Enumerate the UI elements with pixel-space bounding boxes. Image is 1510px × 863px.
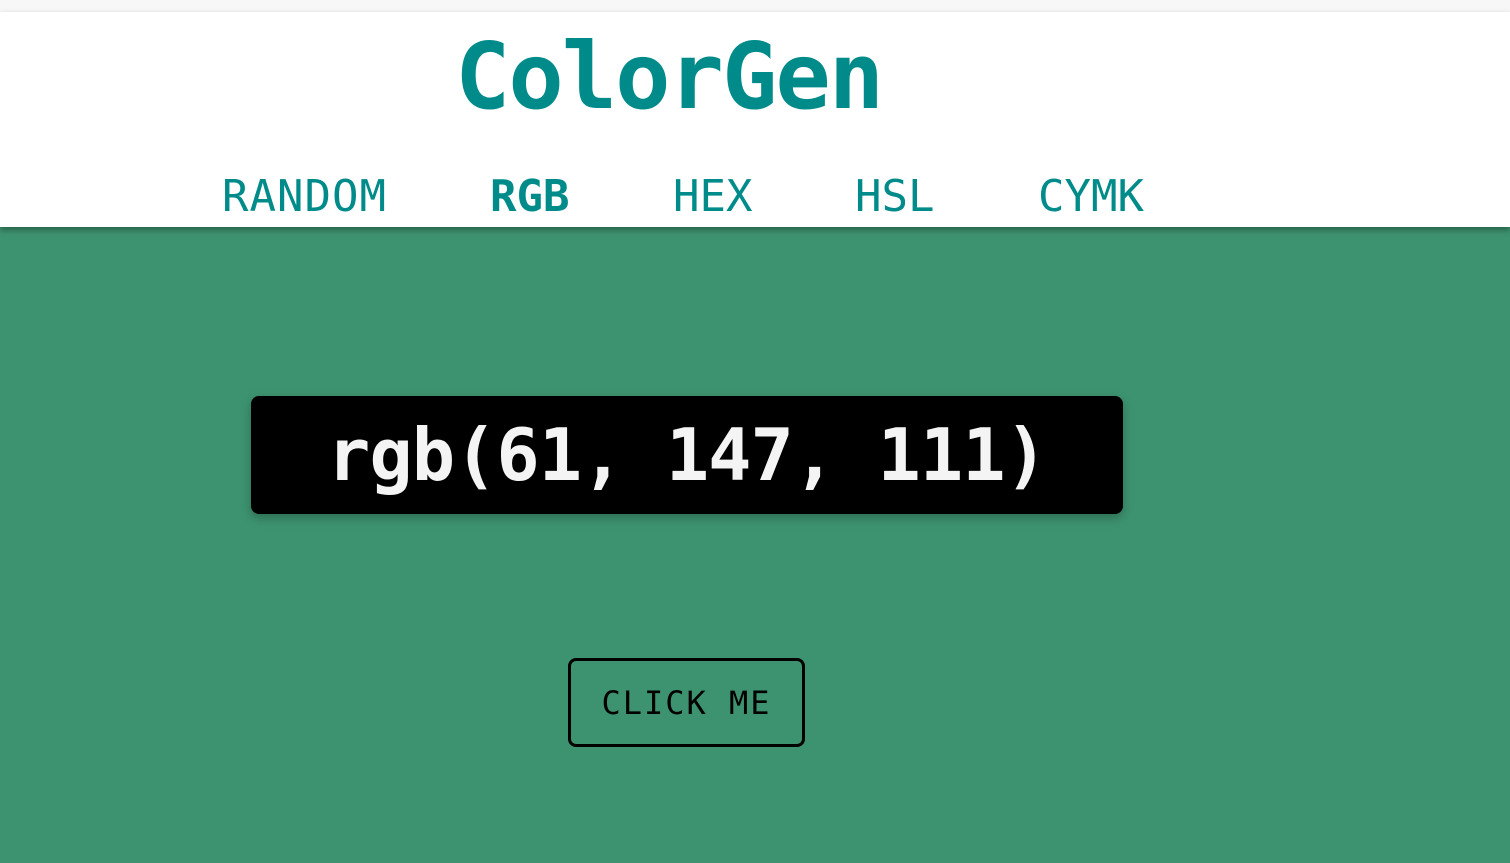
top-strip (0, 0, 1510, 12)
nav-item-rgb[interactable]: RGB (490, 167, 569, 227)
nav-item-hsl[interactable]: HSL (855, 167, 934, 227)
color-value-text: rgb(61, 147, 111) (327, 413, 1048, 497)
format-nav: RANDOM RGB HEX HSL CYMK (0, 167, 1510, 227)
color-value-box: rgb(61, 147, 111) (251, 396, 1123, 514)
app-title: ColorGen (455, 23, 884, 130)
generate-color-button[interactable]: CLICK ME (568, 658, 805, 747)
nav-item-hex[interactable]: HEX (673, 167, 752, 227)
app-header: ColorGen RANDOM RGB HEX HSL CYMK (0, 12, 1510, 227)
nav-item-random[interactable]: RANDOM (222, 167, 387, 227)
nav-item-cymk[interactable]: CYMK (1038, 167, 1144, 227)
